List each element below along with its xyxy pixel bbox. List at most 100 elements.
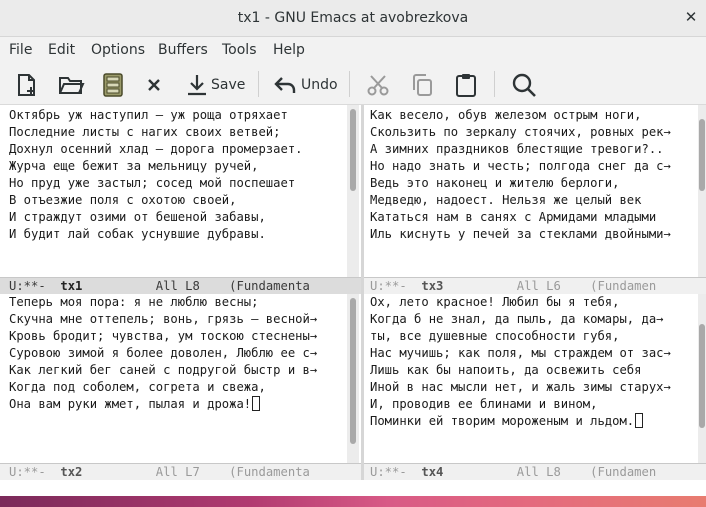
- text-line[interactable]: Суровою зимой я более доволен, Люблю ее …: [9, 345, 346, 362]
- mode-line-major-mode[interactable]: (Fundamenta: [229, 465, 310, 479]
- text-line[interactable]: А зимних праздников блестящие тревоги?..: [370, 141, 699, 158]
- undo-button[interactable]: Undo: [272, 71, 338, 99]
- copy-icon[interactable]: [409, 71, 435, 99]
- continuation-arrow-icon: →: [663, 346, 671, 360]
- mode-line-major-mode[interactable]: (Fundamen: [590, 465, 656, 479]
- scrollbar-thumb[interactable]: [350, 109, 356, 191]
- menu-help[interactable]: Help: [273, 42, 305, 58]
- scrollbar-tx1[interactable]: [347, 105, 359, 277]
- text-line[interactable]: Иль киснуть у печей за стеклами двойными…: [370, 226, 699, 243]
- text-line[interactable]: Но надо знать и честь; полгода снег да с…: [370, 158, 699, 175]
- text-line[interactable]: Дохнул осенний хлад — дорога промерзает.: [9, 141, 346, 158]
- text-line[interactable]: Ох, лето красное! Любил бы я тебя,: [370, 294, 699, 311]
- text-line[interactable]: Теперь моя пора: я не люблю весны;: [9, 294, 346, 311]
- text-line[interactable]: И, проводив ее блинами и вином,: [370, 396, 699, 413]
- menu-edit[interactable]: Edit: [48, 42, 75, 58]
- window-divider[interactable]: [361, 105, 364, 480]
- scrollbar-thumb[interactable]: [699, 119, 705, 191]
- menu-bar: File Edit Options Buffers Tools Help: [0, 37, 706, 64]
- save-label: Save: [211, 77, 246, 93]
- close-window-icon[interactable]: ✕: [682, 8, 700, 26]
- mode-line-tx2: U:**- tx2 All L7 (Fundamenta: [0, 463, 361, 480]
- dired-icon[interactable]: [102, 71, 124, 99]
- text-line[interactable]: Скользить по зеркалу стоячих, ровных рек…: [370, 124, 699, 141]
- mode-line-major-mode[interactable]: (Fundamen: [590, 279, 656, 293]
- text-line[interactable]: Октябрь уж наступил — уж роща отряхает: [9, 107, 346, 124]
- text-line[interactable]: Иной в нас мысли нет, и жаль зимы старух…: [370, 379, 699, 396]
- mode-line-buffer-name[interactable]: tx1: [60, 279, 82, 293]
- echo-area[interactable]: [0, 480, 706, 496]
- scrollbar-thumb[interactable]: [350, 298, 356, 444]
- mode-line-major-mode[interactable]: (Fundamenta: [229, 279, 310, 293]
- text-line[interactable]: Кровь бродит; чувства, ум тоскою стеснен…: [9, 328, 346, 345]
- text-line[interactable]: Как весело, обув железом острым ноги,: [370, 107, 699, 124]
- text-line[interactable]: Последние листы с нагих своих ветвей;: [9, 124, 346, 141]
- continuation-arrow-icon: →: [663, 159, 671, 173]
- text-line[interactable]: Журча еще бежит за мельницу ручей,: [9, 158, 346, 175]
- text-line[interactable]: Медведю, надоест. Нельзя же целый век: [370, 192, 699, 209]
- continuation-arrow-icon: →: [663, 125, 671, 139]
- editor-window-tx4[interactable]: Ох, лето красное! Любил бы я тебя, Когда …: [364, 294, 699, 463]
- mode-line-status: U:**-: [9, 279, 46, 293]
- close-buffer-icon[interactable]: [145, 71, 163, 99]
- text-cursor: [635, 413, 644, 428]
- editor-window-tx3[interactable]: Как весело, обув железом острым ноги, Ско…: [364, 105, 699, 277]
- menu-file[interactable]: File: [9, 42, 32, 58]
- new-file-icon[interactable]: [14, 71, 40, 99]
- menu-buffers[interactable]: Buffers: [158, 42, 208, 58]
- text-line[interactable]: ты, все душевные способности губя,: [370, 328, 699, 345]
- scrollbar-tx4[interactable]: [698, 294, 706, 463]
- mode-line-status: U:**-: [9, 465, 46, 479]
- save-button[interactable]: Save: [186, 71, 245, 99]
- scrollbar-tx2[interactable]: [347, 294, 359, 463]
- text-line[interactable]: Как легкий бег саней с подругой быстр и …: [9, 362, 346, 379]
- mode-line-tx4: U:**- tx4 All L8 (Fundamen: [364, 463, 706, 480]
- mode-line-position: All L6: [516, 279, 561, 293]
- mode-line-position: All L8: [155, 279, 200, 293]
- mode-line-tx1: U:**- tx1 All L8 (Fundamenta: [0, 277, 361, 294]
- text-line[interactable]: Нас мучишь; как поля, мы страждем от зас…: [370, 345, 699, 362]
- mode-line-status: U:**-: [370, 279, 407, 293]
- mode-line-position: All L7: [155, 465, 200, 479]
- text-line[interactable]: Поминки ей творим мороженым и льдом.: [370, 413, 699, 430]
- mode-line-buffer-name[interactable]: tx4: [421, 465, 443, 479]
- toolbar-separator: [494, 71, 495, 97]
- continuation-arrow-icon: →: [309, 312, 318, 326]
- continuation-arrow-icon: →: [309, 363, 318, 377]
- text-line[interactable]: Кататься нам в санях с Армидами младыми: [370, 209, 699, 226]
- editor-window-tx1[interactable]: Октябрь уж наступил — уж роща отряхает По…: [0, 105, 346, 277]
- text-line[interactable]: И будит лай собак уснувшие дубравы.: [9, 226, 346, 243]
- continuation-arrow-icon: →: [663, 380, 671, 394]
- text-line[interactable]: Когда б не знал, да пыль, да комары, да→: [370, 311, 699, 328]
- text-line[interactable]: Когда под соболем, согрета и свежа,: [9, 379, 346, 396]
- menu-tools[interactable]: Tools: [222, 42, 257, 58]
- text-line[interactable]: Ведь это наконец и жителю берлоги,: [370, 175, 699, 192]
- continuation-arrow-icon: →: [663, 227, 671, 241]
- text-line[interactable]: Скучна мне оттепель; вонь, грязь — весно…: [9, 311, 346, 328]
- mode-line-status: U:**-: [370, 465, 407, 479]
- mode-line-buffer-name[interactable]: tx3: [421, 279, 443, 293]
- tool-bar: Save Undo: [0, 64, 706, 105]
- desktop-taskbar: [0, 496, 706, 507]
- text-line[interactable]: Лишь как бы напоить, да освежить себя: [370, 362, 699, 379]
- text-line[interactable]: В отъезжие поля с охотою своей,: [9, 192, 346, 209]
- text-line[interactable]: Но пруд уже застыл; сосед мой поспешает: [9, 175, 346, 192]
- undo-label: Undo: [301, 77, 338, 93]
- search-icon[interactable]: [510, 71, 538, 99]
- text-cursor: [252, 396, 261, 411]
- continuation-arrow-icon: →: [309, 346, 318, 360]
- scrollbar-tx3[interactable]: [698, 105, 706, 277]
- paste-icon[interactable]: [454, 71, 478, 99]
- mode-line-tx3: U:**- tx3 All L6 (Fundamen: [364, 277, 706, 294]
- open-folder-icon[interactable]: [57, 71, 85, 99]
- editor-window-tx2[interactable]: Теперь моя пора: я не люблю весны; Скучна…: [0, 294, 346, 463]
- continuation-arrow-icon: →: [309, 329, 318, 343]
- text-line[interactable]: И страждут озими от бешеной забавы,: [9, 209, 346, 226]
- toolbar-separator: [349, 71, 350, 97]
- scrollbar-thumb[interactable]: [699, 324, 705, 428]
- menu-options[interactable]: Options: [91, 42, 145, 58]
- continuation-arrow-icon: →: [656, 312, 664, 326]
- text-line[interactable]: Она вам руки жмет, пылая и дрожа!: [9, 396, 346, 413]
- cut-icon[interactable]: [365, 71, 391, 99]
- mode-line-buffer-name[interactable]: tx2: [60, 465, 82, 479]
